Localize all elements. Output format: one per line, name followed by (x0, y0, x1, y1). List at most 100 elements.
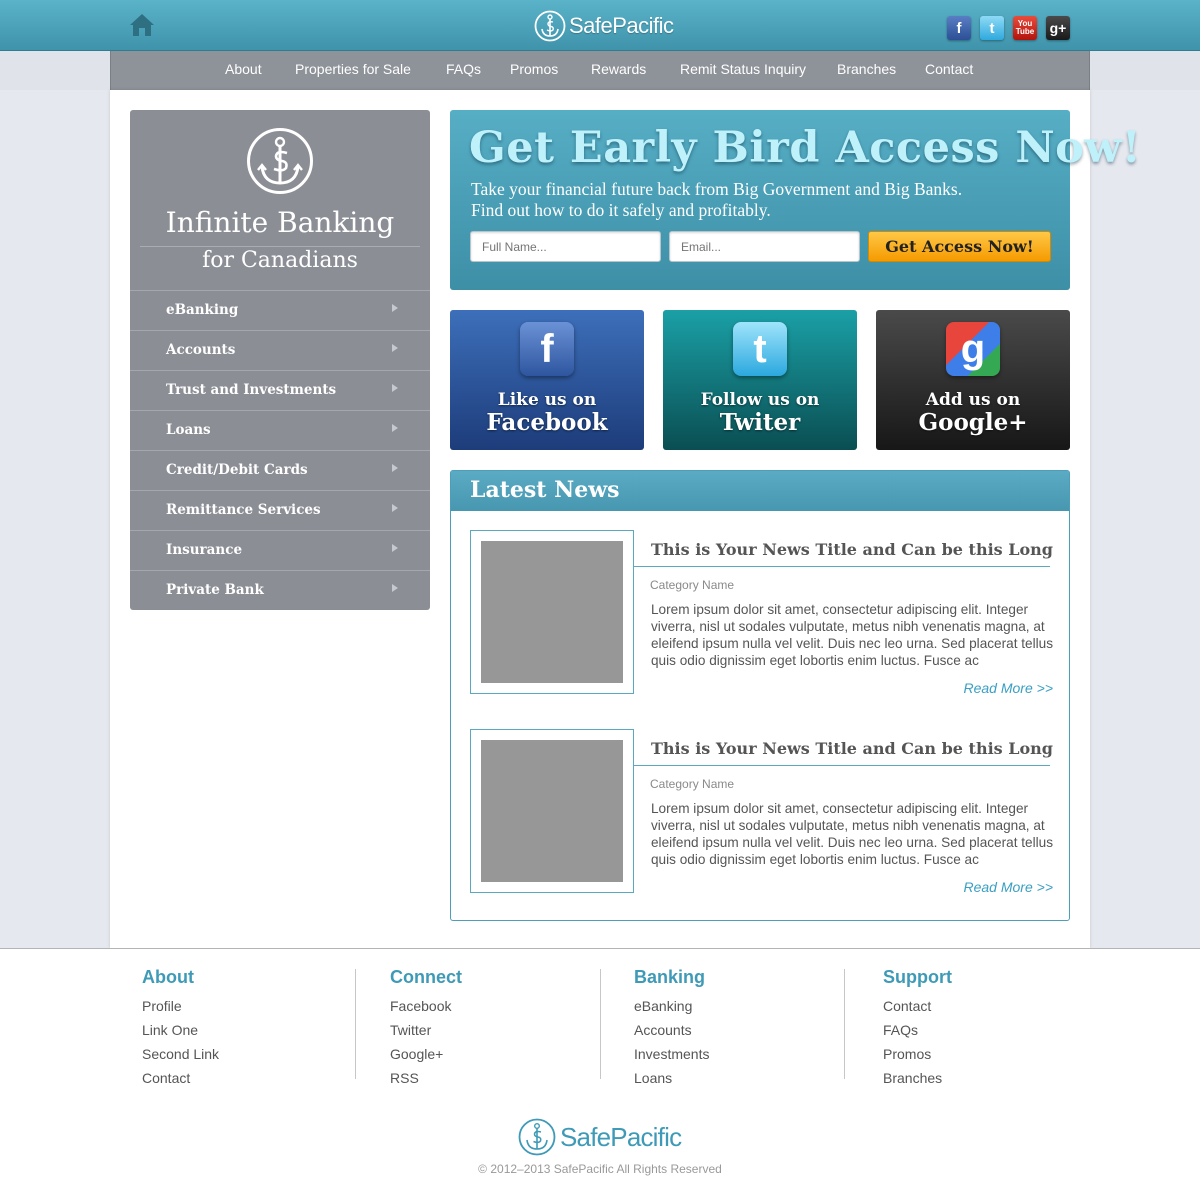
nav-rewards[interactable]: Rewards (591, 61, 646, 77)
sidebar-item-accounts[interactable]: Accounts (130, 330, 430, 370)
anchor-logo-icon (534, 10, 566, 42)
latest-news-header: Latest News (451, 471, 1069, 511)
sidebar-item-private-bank[interactable]: Private Bank (130, 570, 430, 610)
footer-separator (355, 969, 356, 1079)
article-title[interactable]: This is Your News Title and Can be this … (651, 739, 1053, 758)
footer-link[interactable]: Google+ (390, 1042, 462, 1066)
sidebar-menu: eBanking Accounts Trust and Investments … (130, 290, 430, 610)
sidebar-item-label: Insurance (166, 542, 243, 558)
chevron-right-icon (392, 304, 398, 312)
footer-link[interactable]: Accounts (634, 1018, 709, 1042)
footer-link[interactable]: Facebook (390, 994, 462, 1018)
news-article: This is Your News Title and Can be this … (470, 729, 1053, 895)
nav-contact[interactable]: Contact (925, 61, 973, 77)
read-more-link[interactable]: Read More >> (964, 680, 1054, 696)
sidebar-item-loans[interactable]: Loans (130, 410, 430, 450)
google-plus-icon[interactable]: g+ (1046, 16, 1070, 40)
footer-column-about: About Profile Link One Second Link Conta… (142, 967, 219, 1090)
chevron-right-icon (392, 424, 398, 432)
latest-news-panel: Latest News This is Your News Title and … (450, 470, 1070, 921)
footer-column-support: Support Contact FAQs Promos Branches (883, 967, 952, 1090)
footer-heading: Connect (390, 967, 462, 987)
footer-separator (600, 969, 601, 1079)
nav-faqs[interactable]: FAQs (446, 61, 481, 77)
nav-about[interactable]: About (225, 61, 262, 77)
copyright: © 2012–2013 SafePacific All Rights Reser… (478, 1162, 722, 1176)
article-thumbnail-image (481, 541, 623, 683)
sidebar-item-insurance[interactable]: Insurance (130, 530, 430, 570)
footer-link[interactable]: Promos (883, 1042, 952, 1066)
sidebar-item-remittance-services[interactable]: Remittance Services (130, 490, 430, 530)
article-category[interactable]: Category Name (650, 578, 734, 592)
home-icon[interactable] (129, 12, 155, 38)
footer-link[interactable]: Twitter (390, 1018, 462, 1042)
article-title[interactable]: This is Your News Title and Can be this … (651, 540, 1053, 559)
footer-link[interactable]: RSS (390, 1066, 462, 1090)
get-access-button[interactable]: Get Access Now! (868, 231, 1051, 262)
youtube-icon[interactable]: You Tube (1013, 16, 1037, 40)
facebook-tile[interactable]: f Like us on Facebook (450, 310, 644, 450)
sidebar-divider (140, 246, 420, 247)
sidebar-subtitle: for Canadians (202, 248, 358, 273)
news-article: This is Your News Title and Can be this … (470, 530, 1053, 696)
twitter-icon[interactable]: t (980, 16, 1004, 40)
full-name-input[interactable] (470, 231, 661, 262)
twitter-icon: t (733, 322, 787, 376)
footer-link[interactable]: Profile (142, 994, 219, 1018)
banner-line-2: Find out how to do it safely and profita… (471, 200, 771, 220)
footer-separator (844, 969, 845, 1079)
chevron-right-icon (392, 384, 398, 392)
footer-heading: Banking (634, 967, 706, 987)
sidebar-item-ebanking[interactable]: eBanking (130, 290, 430, 330)
sidebar-item-credit-debit-cards[interactable]: Credit/Debit Cards (130, 450, 430, 490)
footer-brand: SafePacific (560, 1121, 682, 1152)
header-brand: SafePacific (569, 13, 674, 38)
nav-remit-status-inquiry[interactable]: Remit Status Inquiry (680, 61, 806, 77)
google-plus-icon: g (946, 322, 1000, 376)
article-divider (634, 765, 1050, 766)
header-social-links: f t You Tube g+ (947, 16, 1070, 40)
twitter-tile[interactable]: t Follow us on Twiter (663, 310, 857, 450)
article-thumbnail-frame[interactable] (470, 729, 634, 893)
early-access-banner: Get Early Bird Access Now! Take your fin… (450, 110, 1141, 290)
footer-link[interactable]: Contact (142, 1066, 219, 1090)
article-divider (634, 566, 1050, 567)
header-logo[interactable]: SafePacific (534, 9, 674, 43)
article-thumbnail-frame[interactable] (470, 530, 634, 694)
footer-link[interactable]: Second Link (142, 1042, 219, 1066)
footer-link[interactable]: Link One (142, 1018, 219, 1042)
facebook-tile-line-2: Facebook (486, 409, 608, 436)
facebook-icon: f (520, 322, 574, 376)
sidebar-item-label: Trust and Investments (166, 382, 337, 398)
email-input[interactable] (669, 231, 860, 262)
nav-promos[interactable]: Promos (510, 61, 558, 77)
anchor-logo-icon (247, 128, 313, 194)
facebook-icon[interactable]: f (947, 16, 971, 40)
footer-link[interactable]: Contact (883, 994, 952, 1018)
google-plus-tile-line-1: Add us on (925, 390, 1021, 410)
read-more-link[interactable]: Read More >> (964, 879, 1054, 895)
top-bar: SafePacific f t You Tube g+ (0, 0, 1200, 51)
footer: About Profile Link One Second Link Conta… (0, 948, 1200, 1200)
main-content: Infinite Banking for Canadians eBanking … (110, 90, 1141, 948)
footer-link[interactable]: Branches (883, 1066, 952, 1090)
sidebar-item-label: Loans (166, 422, 211, 438)
google-plus-tile-line-2: Google+ (918, 409, 1028, 436)
footer-link[interactable]: FAQs (883, 1018, 952, 1042)
footer-link[interactable]: Loans (634, 1066, 709, 1090)
sidebar-item-trust-and-investments[interactable]: Trust and Investments (130, 370, 430, 410)
nav-branches[interactable]: Branches (837, 61, 896, 77)
footer-column-banking: Banking eBanking Accounts Investments Lo… (634, 967, 709, 1090)
latest-news-heading: Latest News (470, 477, 620, 503)
sidebar-title: Infinite Banking (165, 206, 395, 239)
google-plus-tile[interactable]: g Add us on Google+ (876, 310, 1070, 450)
nav-properties-for-sale[interactable]: Properties for Sale (295, 61, 411, 77)
chevron-right-icon (392, 544, 398, 552)
footer-heading: About (142, 967, 194, 987)
footer-link[interactable]: eBanking (634, 994, 709, 1018)
banner-subtitle: Take your financial future back from Big… (471, 179, 962, 221)
footer-logo[interactable]: SafePacific (518, 1118, 682, 1156)
footer-link[interactable]: Investments (634, 1042, 709, 1066)
article-thumbnail-image (481, 740, 623, 882)
article-category[interactable]: Category Name (650, 777, 734, 791)
